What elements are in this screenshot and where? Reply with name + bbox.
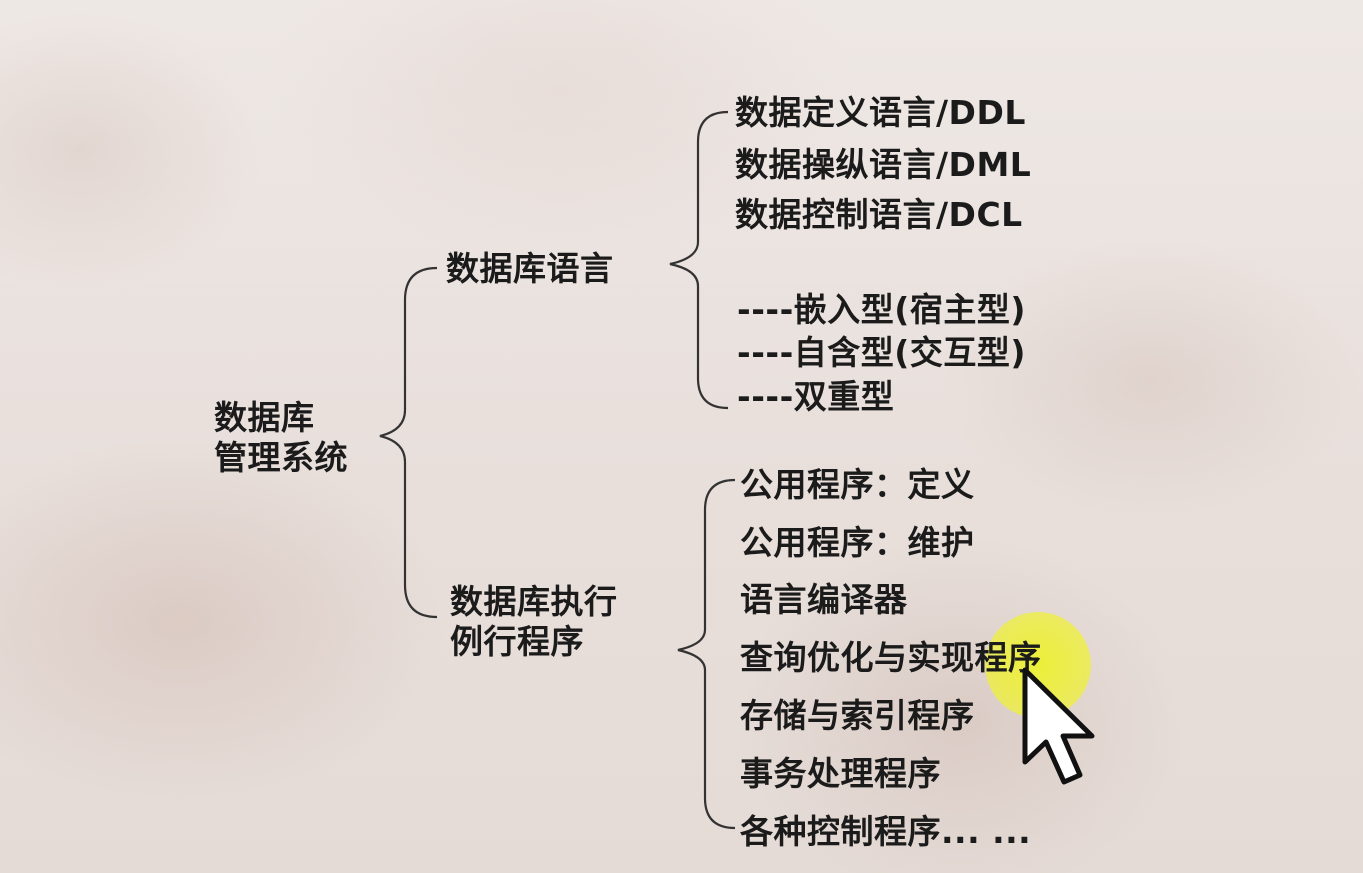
language-type-selfcontained: ----自含型(交互型) [737, 333, 1026, 372]
language-brace [669, 110, 729, 410]
routines-brace [677, 478, 736, 830]
branch-routines-line2: 例行程序 [450, 622, 584, 661]
branch-language-label: 数据库语言 [446, 249, 614, 288]
routine-item-compiler: 语言编译器 [740, 580, 908, 619]
language-item-dcl: 数据控制语言/DCL [735, 195, 1023, 234]
mouse-pointer-icon [1022, 667, 1095, 785]
root-brace [379, 266, 438, 619]
root-node: 数据库 管理系统 [214, 398, 348, 478]
routine-item-query-optimizer: 查询优化与实现程序 [740, 638, 1042, 677]
language-item-ddl: 数据定义语言/DDL [735, 93, 1026, 132]
routine-item-utility-maintain: 公用程序：维护 [740, 523, 975, 562]
routine-item-storage-index: 存储与索引程序 [740, 696, 975, 735]
root-node-line2: 管理系统 [214, 438, 348, 477]
branch-routines-line1: 数据库执行 [450, 582, 618, 621]
language-type-dual: ----双重型 [737, 377, 895, 416]
language-type-embedded: ----嵌入型(宿主型) [737, 290, 1026, 329]
diagram-braces [379, 110, 736, 830]
root-node-line1: 数据库 [214, 398, 315, 437]
routine-item-utility-define: 公用程序：定义 [740, 465, 975, 504]
language-item-dml: 数据操纵语言/DML [735, 145, 1032, 184]
branch-routines-label: 数据库执行 例行程序 [450, 582, 618, 662]
routine-item-control: 各种控制程序... ... [740, 812, 1032, 851]
routine-item-transaction: 事务处理程序 [740, 754, 941, 793]
